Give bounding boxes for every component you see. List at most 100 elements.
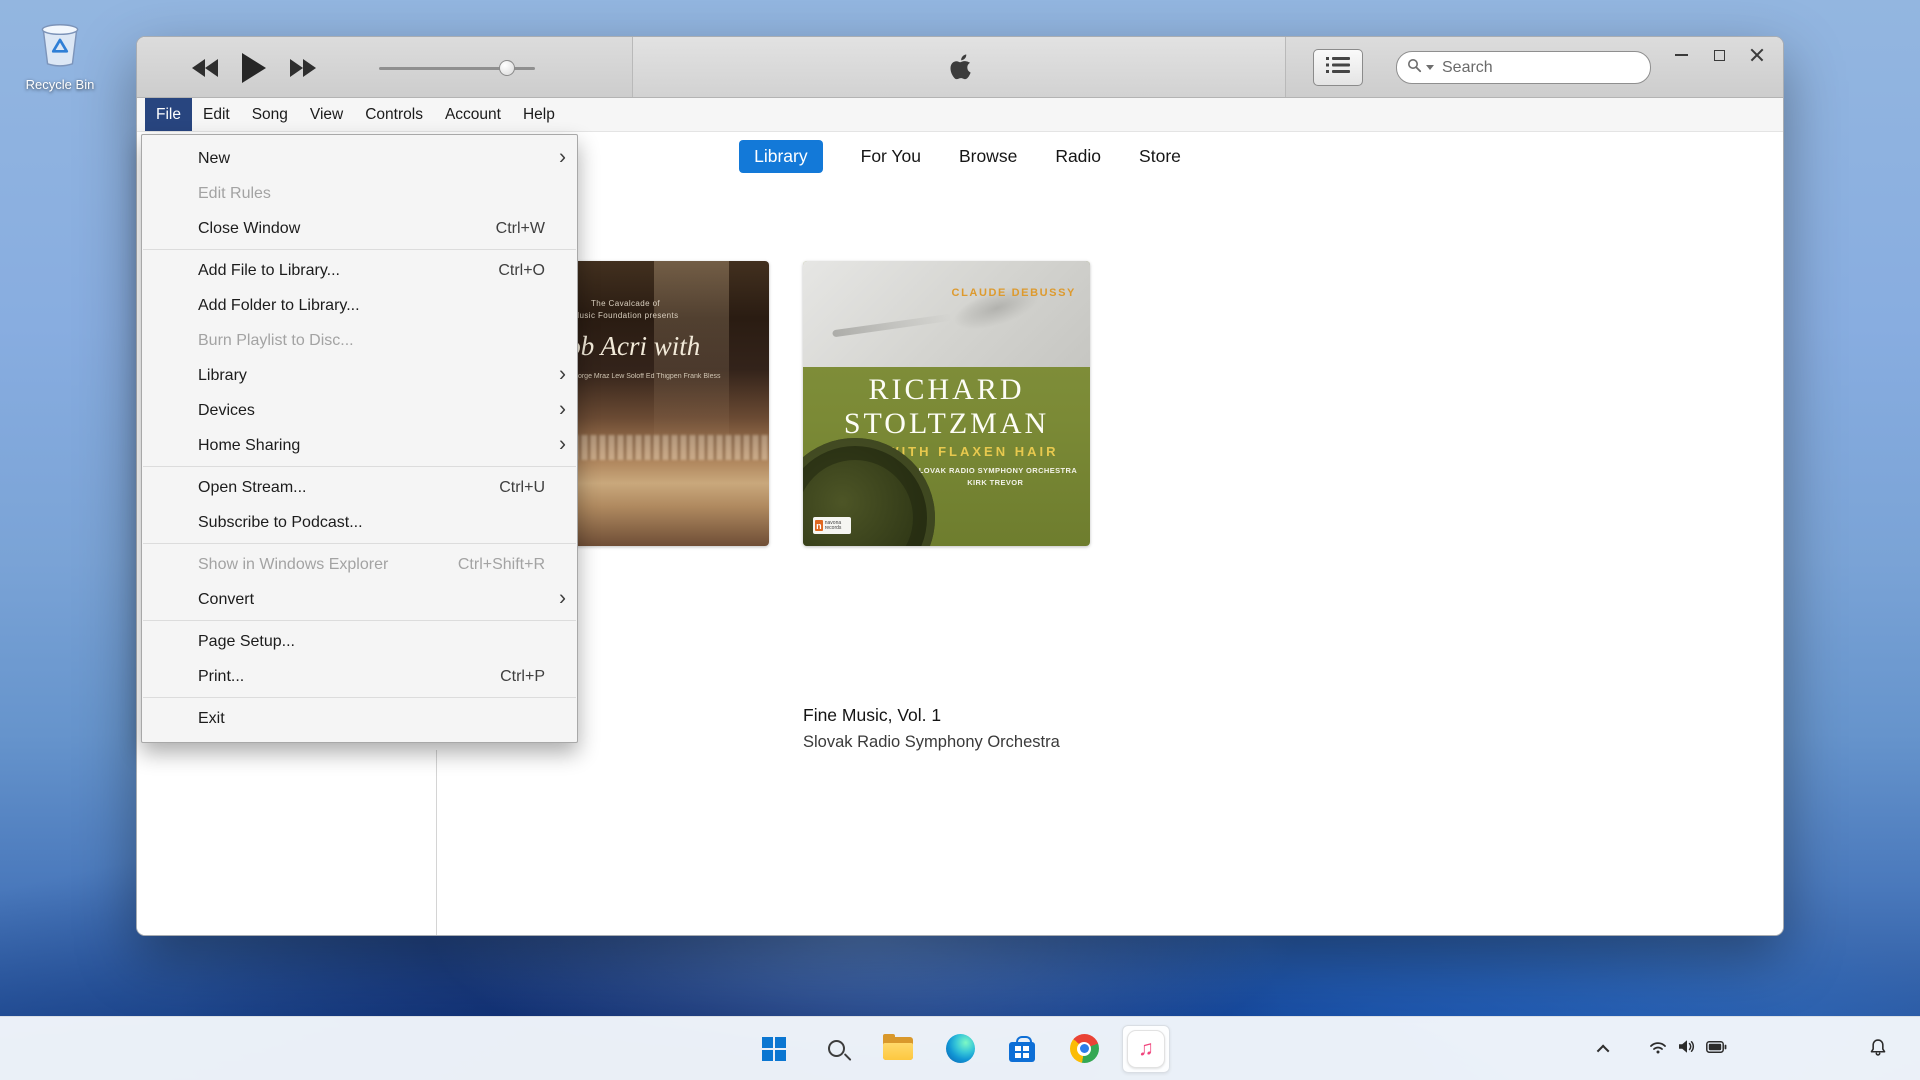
album-art-fine-music: CLAUDE DEBUSSY RICHARD STOLTZMAN MAID WI…	[803, 261, 1090, 546]
menu-help[interactable]: Help	[512, 98, 566, 131]
submenu-arrow-icon: ›	[559, 397, 566, 421]
edge-icon	[946, 1034, 975, 1063]
view-list-button[interactable]	[1313, 49, 1363, 86]
fast-forward-button[interactable]	[290, 59, 316, 77]
start-button[interactable]	[750, 1025, 798, 1073]
menu-item-edit-rules: Edit Rules	[142, 176, 577, 211]
menu-item-label: Edit Rules	[198, 185, 271, 203]
itunes-button[interactable]: ♫	[1122, 1025, 1170, 1073]
menu-item-label: New	[198, 150, 230, 168]
maximize-button[interactable]	[1705, 41, 1733, 69]
menu-item-shortcut: Ctrl+W	[496, 220, 545, 238]
edge-button[interactable]	[936, 1025, 984, 1073]
menu-separator	[143, 466, 576, 467]
menu-item-devices[interactable]: Devices ›	[142, 393, 577, 428]
menu-file[interactable]: File	[145, 98, 192, 131]
notifications-button[interactable]	[1860, 1031, 1896, 1067]
search-input[interactable]: Search	[1396, 51, 1651, 84]
taskbar-center: ♫	[750, 1025, 1170, 1073]
volume-slider[interactable]	[379, 59, 535, 77]
menu-item-home-sharing[interactable]: Home Sharing ›	[142, 428, 577, 463]
album-title[interactable]: Fine Music, Vol. 1	[803, 705, 941, 726]
menu-item-print[interactable]: Print... Ctrl+P	[142, 659, 577, 694]
search-placeholder: Search	[1442, 59, 1493, 77]
menu-item-label: Library	[198, 367, 247, 385]
menu-item-convert[interactable]: Convert ›	[142, 582, 577, 617]
chrome-button[interactable]	[1060, 1025, 1108, 1073]
menu-separator	[143, 249, 576, 250]
wifi-icon	[1649, 1040, 1667, 1059]
playback-controls	[192, 37, 316, 98]
menu-item-label: Add File to Library...	[198, 262, 340, 280]
menu-item-exit[interactable]: Exit	[142, 701, 577, 736]
album-artist[interactable]: Slovak Radio Symphony Orchestra	[803, 733, 1060, 752]
file-explorer-button[interactable]	[874, 1025, 922, 1073]
submenu-arrow-icon: ›	[559, 586, 566, 610]
menu-item-shortcut: Ctrl+Shift+R	[458, 556, 545, 574]
menu-item-open-stream[interactable]: Open Stream... Ctrl+U	[142, 470, 577, 505]
recycle-bin-icon	[33, 57, 87, 74]
bell-icon	[1869, 1038, 1887, 1061]
itunes-icon: ♫	[1127, 1030, 1165, 1068]
tab-radio[interactable]: Radio	[1055, 146, 1101, 167]
folder-icon	[883, 1037, 913, 1060]
menu-item-subscribe-to-podcast[interactable]: Subscribe to Podcast...	[142, 505, 577, 540]
menu-separator	[143, 543, 576, 544]
submenu-arrow-icon: ›	[559, 145, 566, 169]
close-button[interactable]	[1743, 41, 1771, 69]
taskbar-search-button[interactable]	[812, 1025, 860, 1073]
menu-item-label: Open Stream...	[198, 479, 307, 497]
menu-edit[interactable]: Edit	[192, 98, 241, 131]
menu-item-label: Convert	[198, 591, 254, 609]
label-text: navona records	[825, 521, 849, 531]
recycle-bin-shortcut[interactable]: Recycle Bin	[18, 14, 102, 92]
menu-item-library[interactable]: Library ›	[142, 358, 577, 393]
album2-conductor: KIRK TREVOR	[912, 478, 1078, 487]
album-tile-fine-music[interactable]: CLAUDE DEBUSSY RICHARD STOLTZMAN MAID WI…	[803, 261, 1090, 546]
menu-item-page-setup[interactable]: Page Setup...	[142, 624, 577, 659]
minimize-button[interactable]	[1667, 41, 1695, 69]
menu-item-label: Show in Windows Explorer	[198, 556, 388, 574]
chevron-up-icon	[1596, 1044, 1609, 1057]
menu-item-label: Page Setup...	[198, 633, 295, 651]
menu-item-label: Close Window	[198, 220, 300, 238]
menu-item-add-folder-to-library[interactable]: Add Folder to Library...	[142, 288, 577, 323]
menu-item-add-file-to-library[interactable]: Add File to Library... Ctrl+O	[142, 253, 577, 288]
chrome-icon	[1070, 1034, 1099, 1063]
tab-store[interactable]: Store	[1139, 146, 1181, 167]
submenu-arrow-icon: ›	[559, 362, 566, 386]
content-divider	[436, 750, 437, 935]
window-controls	[1667, 41, 1771, 69]
menu-item-label: Add Folder to Library...	[198, 297, 360, 315]
tab-browse[interactable]: Browse	[959, 146, 1017, 167]
recycle-bin-label: Recycle Bin	[18, 77, 102, 92]
label-initial: n	[815, 520, 823, 531]
album2-photo-band	[803, 261, 1090, 367]
menu-item-show-in-explorer: Show in Windows Explorer Ctrl+Shift+R	[142, 547, 577, 582]
tab-for-you[interactable]: For You	[861, 146, 921, 167]
quick-settings-button[interactable]	[1633, 1031, 1743, 1067]
submenu-arrow-icon: ›	[559, 432, 566, 456]
volume-icon	[1678, 1039, 1695, 1059]
tray-overflow-button[interactable]	[1590, 1037, 1618, 1061]
battery-icon	[1706, 1040, 1727, 1058]
tab-library[interactable]: Library	[739, 140, 823, 173]
menu-item-label: Burn Playlist to Disc...	[198, 332, 354, 350]
menu-item-close-window[interactable]: Close Window Ctrl+W	[142, 211, 577, 246]
menu-item-label: Print...	[198, 668, 244, 686]
apple-logo-icon	[947, 52, 973, 88]
microsoft-store-button[interactable]	[998, 1025, 1046, 1073]
search-icon	[828, 1040, 845, 1057]
play-button[interactable]	[242, 53, 266, 83]
menu-bar: File Edit Song View Controls Account Hel…	[137, 98, 1783, 132]
record-label-logo: n navona records	[813, 517, 851, 534]
titlebar[interactable]: Search	[137, 37, 1783, 98]
menu-controls[interactable]: Controls	[354, 98, 434, 131]
menu-song[interactable]: Song	[241, 98, 299, 131]
menu-item-new[interactable]: New ›	[142, 141, 577, 176]
menu-account[interactable]: Account	[434, 98, 512, 131]
rewind-button[interactable]	[192, 59, 218, 77]
volume-knob[interactable]	[499, 60, 515, 76]
menu-view[interactable]: View	[299, 98, 354, 131]
search-filter-chevron-icon[interactable]	[1426, 65, 1434, 70]
